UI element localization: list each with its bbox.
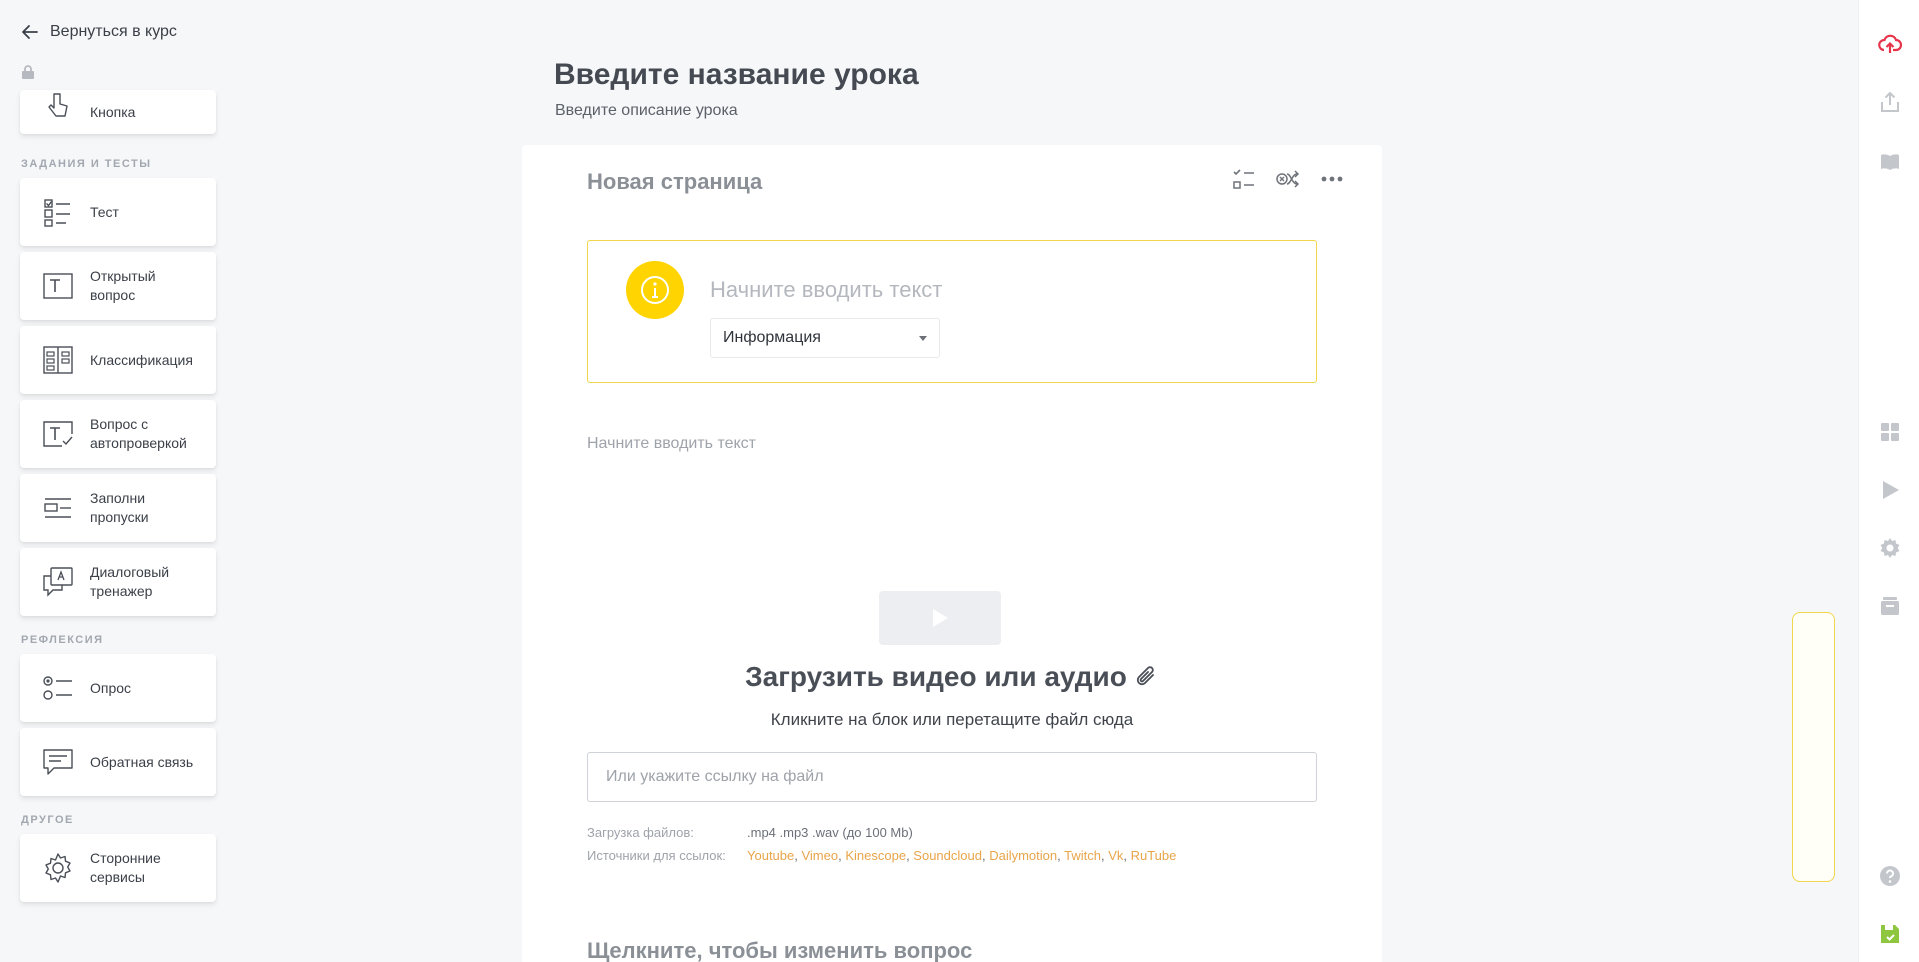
lock-icon[interactable] xyxy=(20,64,36,80)
publish-cloud-icon[interactable] xyxy=(1878,32,1902,56)
poll-icon xyxy=(43,676,72,700)
book-icon[interactable] xyxy=(1878,150,1902,174)
save-icon[interactable] xyxy=(1878,922,1902,946)
shuffle-off-icon[interactable] xyxy=(1274,165,1302,193)
palette-item-button[interactable]: Кнопка xyxy=(20,90,216,134)
block-palette: Кнопка ЗАДАНИЯ И ТЕСТЫ Тест Открытый воп… xyxy=(20,90,216,902)
back-to-course-link[interactable]: Вернуться в курс xyxy=(20,22,177,42)
arrow-left-icon xyxy=(22,25,38,39)
paperclip-icon xyxy=(1136,666,1154,686)
grid-icon[interactable] xyxy=(1878,420,1902,444)
palette-item-label: Вопрос с автопроверкой xyxy=(90,416,187,451)
question-prompt[interactable]: Щелкните, чтобы изменить вопрос xyxy=(587,938,972,962)
palette-item-label: Классификация xyxy=(90,351,193,368)
info-block[interactable]: Начните вводить текст Информация xyxy=(587,240,1317,383)
classification-icon xyxy=(43,346,73,374)
palette-item-label: Диалоговый тренажер xyxy=(90,564,170,599)
text-block-input[interactable]: Начните вводить текст xyxy=(587,435,756,453)
media-upload-title-text: Загрузить видео или аудио xyxy=(745,661,1127,692)
checklist-icon xyxy=(44,199,70,227)
palette-item-label: Сторонние сервисы xyxy=(90,850,161,885)
back-to-course-label: Вернуться в курс xyxy=(50,23,177,40)
palette-item-fill-gaps[interactable]: Заполни пропуски xyxy=(20,474,216,542)
share-icon[interactable] xyxy=(1878,90,1902,114)
palette-item-external-services[interactable]: Сторонние сервисы xyxy=(20,834,216,902)
palette-item-open-question[interactable]: Открытый вопрос xyxy=(20,252,216,320)
help-icon[interactable] xyxy=(1878,864,1902,888)
upload-formats-label: Загрузка файлов: xyxy=(587,825,694,840)
right-toolbar xyxy=(1858,0,1919,962)
info-text-input[interactable]: Начните вводить текст xyxy=(710,277,942,303)
palette-item-classification[interactable]: Классификация xyxy=(20,326,216,394)
source-link[interactable]: Youtube xyxy=(747,848,794,863)
source-link[interactable]: Vimeo xyxy=(801,848,838,863)
lesson-title-input[interactable]: Введите название урока xyxy=(554,58,919,92)
lesson-description-input[interactable]: Введите описание урока xyxy=(555,102,738,120)
fill-gaps-icon xyxy=(44,498,71,518)
palette-item-label: Обратная связь xyxy=(90,753,194,770)
play-icon xyxy=(933,609,948,627)
page-toolbar xyxy=(1230,165,1346,193)
palette-item-label: Опрос xyxy=(90,679,132,696)
section-title-reflection: РЕФЛЕКСИЯ xyxy=(21,634,104,646)
autocheck-icon xyxy=(43,421,73,447)
source-link[interactable]: Kinescope xyxy=(845,848,906,863)
palette-item-dialog-trainer[interactable]: Диалоговый тренажер xyxy=(20,548,216,616)
media-upload-hint: Кликните на блок или перетащите файл сюд… xyxy=(770,710,1134,729)
pointer-hand-icon xyxy=(48,93,68,117)
source-link[interactable]: Dailymotion xyxy=(989,848,1057,863)
info-type-value: Информация xyxy=(723,329,821,346)
link-sources-label: Источники для ссылок: xyxy=(587,848,726,863)
palette-item-label: Заполни пропуски xyxy=(90,490,149,525)
media-upload-title[interactable]: Загрузить видео или аудио xyxy=(522,661,1382,693)
link-sources-row: Источники для ссылок: Youtube, Vimeo, Ki… xyxy=(587,848,1176,863)
checklist-toggle-icon[interactable] xyxy=(1230,165,1258,193)
info-type-select[interactable]: Информация xyxy=(710,318,940,358)
info-icon xyxy=(626,261,684,319)
source-link[interactable]: RuTube xyxy=(1131,848,1177,863)
upload-formats-value: .mp4 .mp3 .wav (до 100 Mb) xyxy=(747,825,913,840)
feedback-icon xyxy=(43,749,73,775)
palette-item-label: Тест xyxy=(90,203,119,220)
palette-item-poll[interactable]: Опрос xyxy=(20,654,216,722)
chevron-down-icon xyxy=(919,336,927,341)
settings-gear-icon[interactable] xyxy=(1878,536,1902,560)
media-url-input[interactable] xyxy=(587,752,1317,802)
upload-formats-row: Загрузка файлов: .mp4 .mp3 .wav (до 100 … xyxy=(587,825,913,840)
palette-item-test[interactable]: Тест xyxy=(20,178,216,246)
dialog-icon xyxy=(43,567,73,597)
palette-item-label: Кнопка xyxy=(90,103,136,120)
media-upload-area[interactable] xyxy=(879,591,1001,645)
link-sources-list: Youtube, Vimeo, Kinescope, Soundcloud, D… xyxy=(747,848,1177,863)
archive-icon[interactable] xyxy=(1878,594,1902,618)
palette-item-feedback[interactable]: Обратная связь xyxy=(20,728,216,796)
section-title-tasks: ЗАДАНИЯ И ТЕСТЫ xyxy=(21,158,152,170)
palette-item-autocheck-question[interactable]: Вопрос с автопроверкой xyxy=(20,400,216,468)
gear-icon xyxy=(45,853,71,883)
source-link[interactable]: Vk xyxy=(1108,848,1123,863)
palette-item-label: Открытый вопрос xyxy=(90,268,156,303)
page-title[interactable]: Новая страница xyxy=(587,169,762,195)
source-link[interactable]: Soundcloud xyxy=(913,848,982,863)
more-options-icon[interactable] xyxy=(1318,165,1346,193)
section-title-other: ДРУГОЕ xyxy=(21,814,74,826)
text-box-icon xyxy=(43,273,73,299)
source-link[interactable]: Twitch xyxy=(1064,848,1101,863)
play-preview-icon[interactable] xyxy=(1878,478,1902,502)
side-panel-toggle[interactable] xyxy=(1792,612,1835,882)
lesson-page-card: Новая страница Начните вводить текст Инф… xyxy=(522,145,1382,962)
